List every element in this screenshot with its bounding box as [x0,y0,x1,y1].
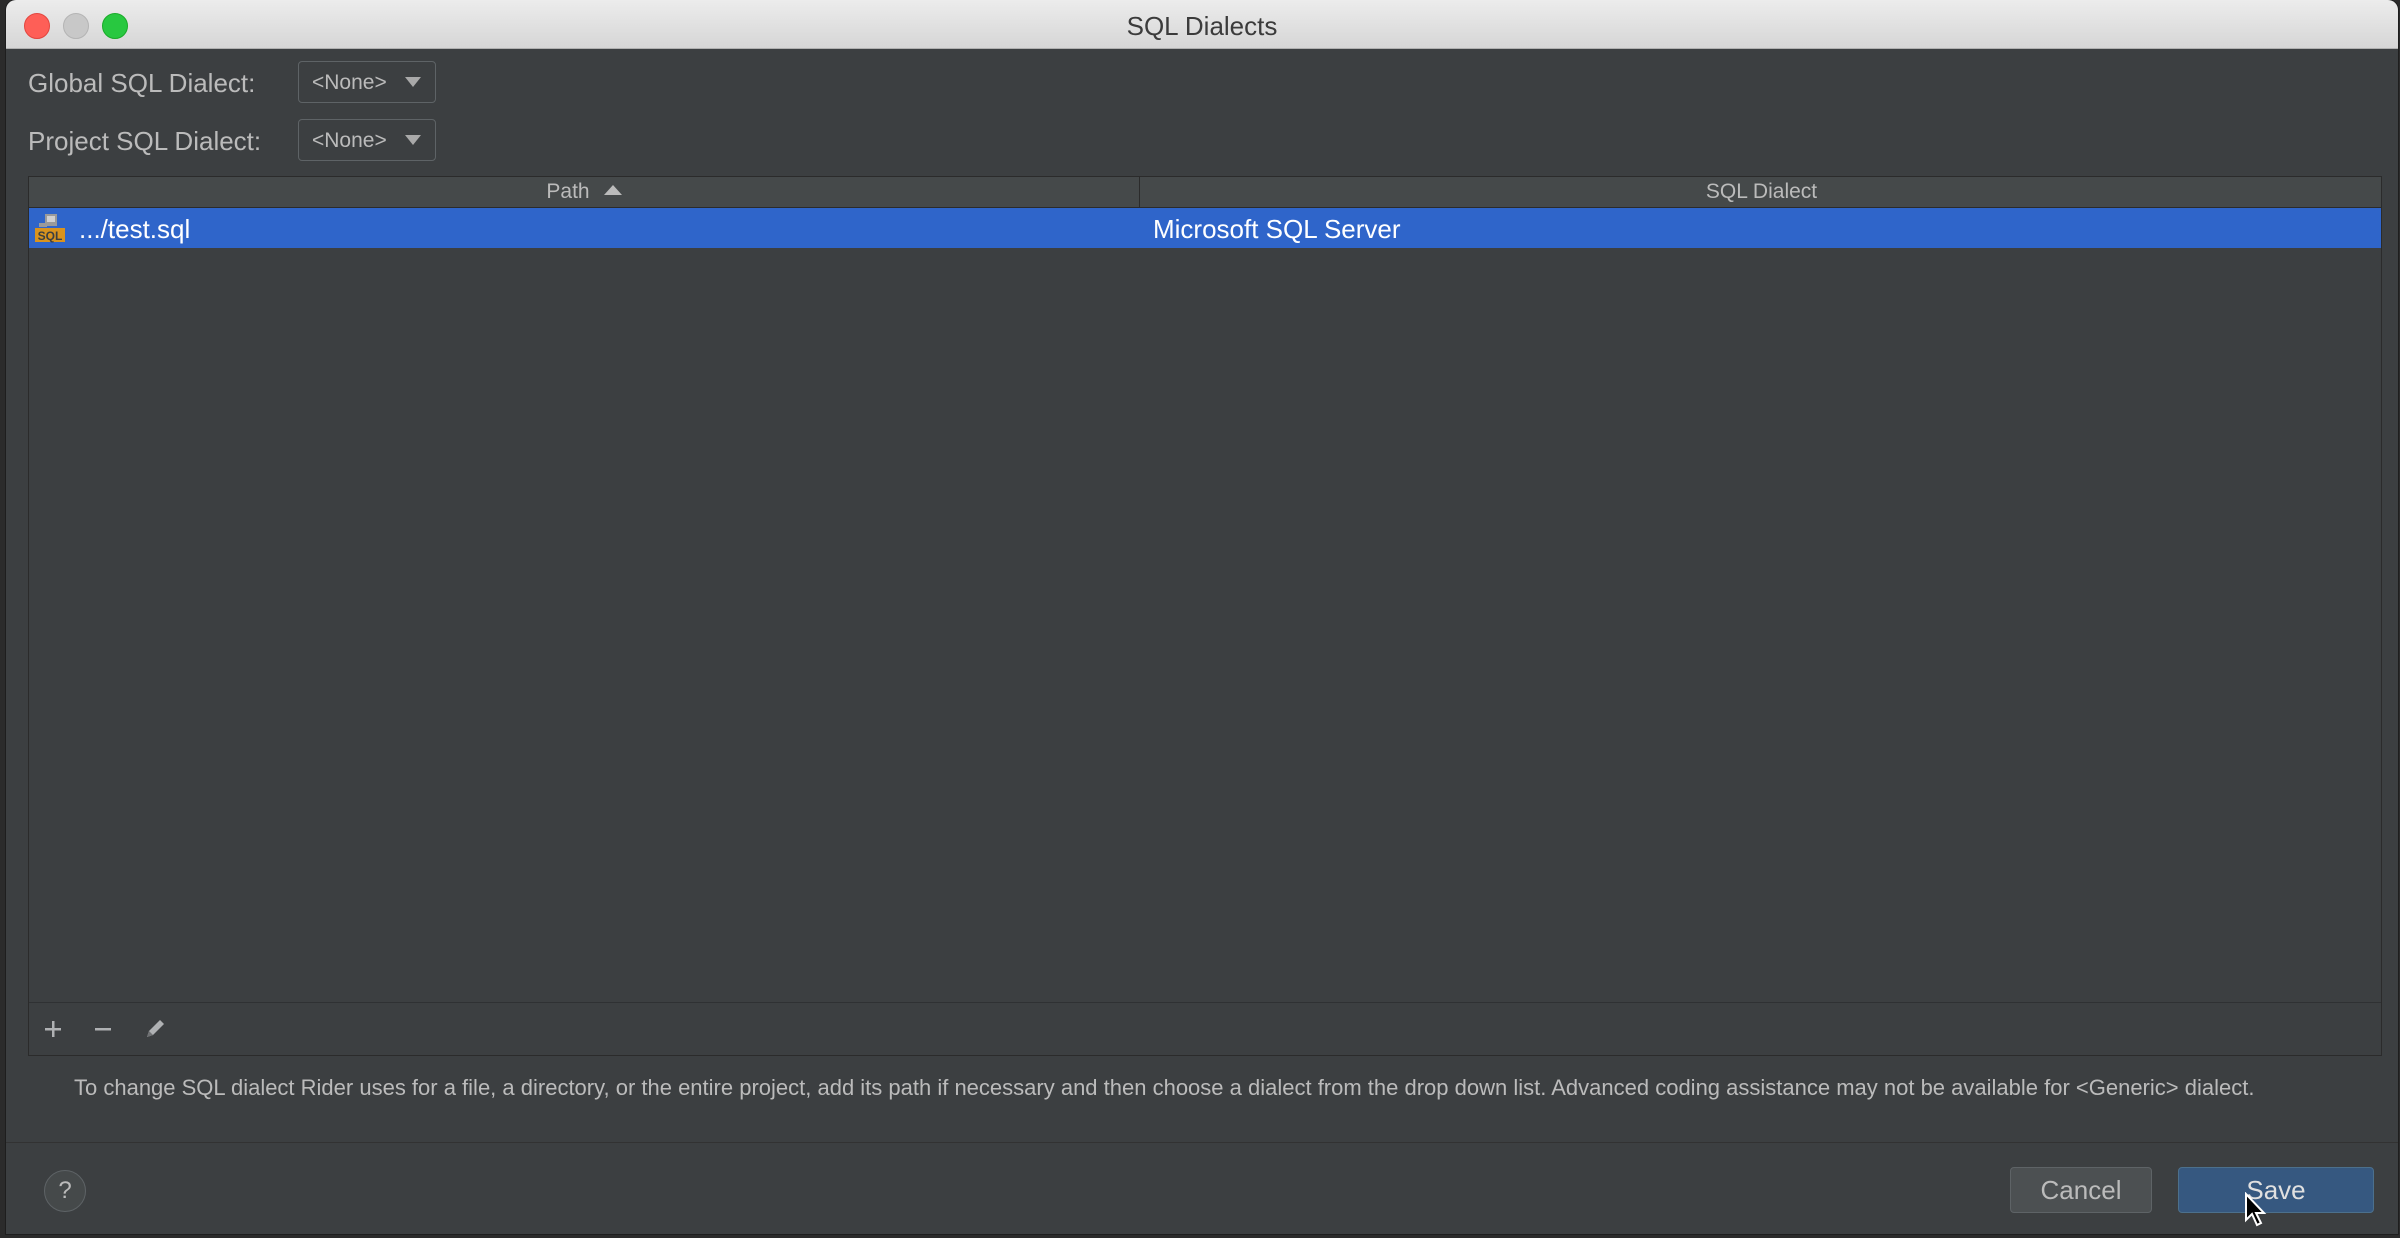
sql-dialects-dialog: SQL Dialects Global SQL Dialect: <None> … [6,0,2398,1234]
mouse-cursor-icon [2245,1192,2267,1227]
table-header: Path SQL Dialect [29,177,2381,208]
project-dialect-label: Project SQL Dialect: [28,126,262,156]
cancel-button[interactable]: Cancel [2010,1167,2152,1213]
remove-icon[interactable] [87,1013,119,1045]
edit-icon[interactable] [139,1013,171,1045]
column-header-path[interactable]: Path [29,177,1140,207]
footer-divider [6,1142,2398,1143]
global-dialect-label: Global SQL Dialect: [28,68,256,98]
sql-file-icon: SQL [35,214,65,243]
help-button[interactable]: ? [44,1170,86,1212]
project-dialect-value: <None> [312,129,387,152]
global-dialect-value: <None> [312,71,387,94]
svg-text:SQL: SQL [38,229,63,243]
save-button[interactable]: Save [2178,1167,2374,1213]
add-icon[interactable] [37,1013,69,1045]
title-bar: SQL Dialects [6,0,2398,49]
column-header-path-label: Path [546,180,590,203]
sort-ascending-icon [603,185,622,195]
chevron-down-icon [405,77,421,87]
column-header-dialect-label: SQL Dialect [1705,180,1818,203]
global-dialect-dropdown[interactable]: <None> [298,61,436,103]
table-row[interactable]: SQL .../test.sql Microsoft SQL Server [29,208,2381,248]
dialect-mappings-table: Path SQL Dialect SQL .../test.sql Micros… [28,176,2382,1056]
window-title: SQL Dialects [1126,11,1278,41]
table-toolbar [29,1002,2381,1055]
project-dialect-dropdown[interactable]: <None> [298,119,436,161]
row-dialect-cell[interactable]: Microsoft SQL Server [1153,214,1401,245]
chevron-down-icon [405,135,421,145]
column-header-sql-dialect[interactable]: SQL Dialect [1140,177,2383,207]
row-path-cell: .../test.sql [79,214,191,244]
help-hint-text: To change SQL dialect Rider uses for a f… [74,1075,2255,1100]
